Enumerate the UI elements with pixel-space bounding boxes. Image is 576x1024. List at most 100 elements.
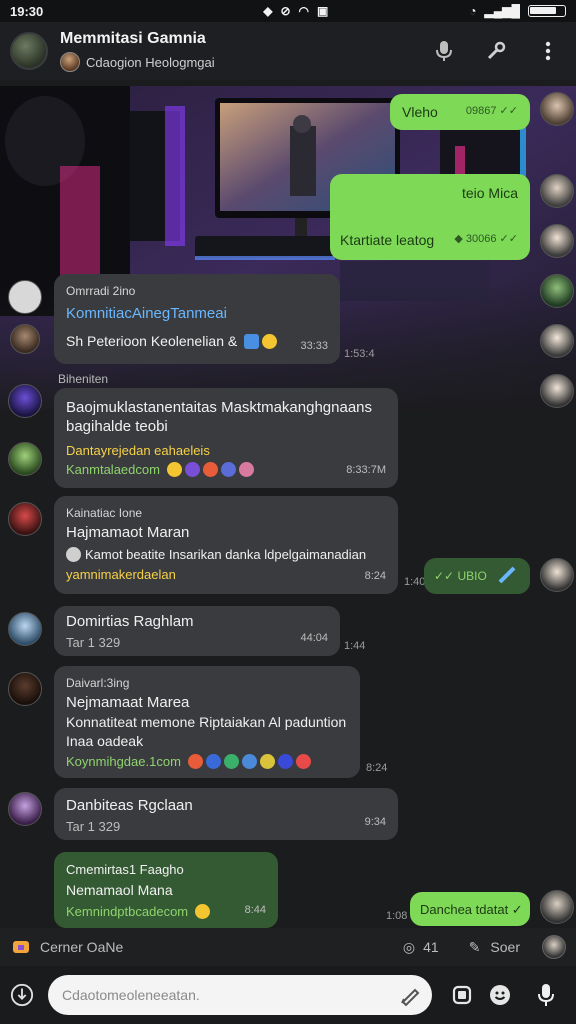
attach-circle-icon[interactable] (10, 983, 34, 1007)
send-action[interactable]: ✎ Soer (469, 939, 520, 956)
message-text: Sh Peterioon Keolenelian & (66, 332, 278, 351)
tools-icon[interactable] (484, 39, 508, 63)
sender-avatar[interactable] (8, 384, 42, 418)
sender-avatar[interactable] (540, 558, 574, 592)
timer-icon: ◎ (402, 938, 416, 955)
message-side-time: 1:08 (386, 910, 408, 922)
emoji-icon (187, 754, 203, 769)
composer-label: Cerner OaNe (40, 939, 124, 955)
composer-counter[interactable]: ◎ 41 (403, 939, 439, 956)
sender-avatar[interactable] (540, 224, 574, 258)
message-text-3: Inaa oadeak (66, 733, 144, 749)
message-outgoing[interactable]: teio Mica Ktartiate leatog ◆ 30066 ✓✓ (330, 174, 530, 260)
sender-avatar[interactable] (8, 612, 42, 646)
message-text: Danchea tdatat ✓ (420, 902, 523, 917)
sender-avatar[interactable] (540, 92, 574, 126)
emoji-icon (259, 754, 275, 769)
sender-name: Omrradi 2ino (66, 284, 136, 298)
message-link[interactable]: KomnitiacAinegTanmeai (66, 304, 227, 323)
message-list[interactable]: Vleho 09867 ✓✓ teio Mica Ktartiate leato… (0, 80, 576, 928)
message-input-placeholder: Cdaotomeoleneeatan. (62, 987, 200, 1003)
message-link-row: Koynmihgdae.1com (66, 752, 311, 771)
message-link-row: Kemnindptbcadecom (66, 902, 210, 921)
message-link[interactable]: Koynmihgdae.1com (66, 754, 181, 769)
message-incoming[interactable]: Domirtias Raghlam Tar 1 329 44:04 (54, 606, 340, 656)
emoji-icon (66, 547, 81, 562)
sender-avatar[interactable] (8, 502, 42, 536)
profile-avatar[interactable] (542, 935, 566, 959)
chat-title-block[interactable]: Memmitasi Gamnia Cdaogion Heologmgai (60, 30, 215, 72)
emoji-icon (277, 754, 293, 769)
message-title: Danbiteas Rgclaan (66, 797, 193, 814)
sender-avatar[interactable] (540, 274, 574, 308)
message-link[interactable]: Kanmtalaedcom (66, 462, 160, 477)
notification-icon: ◆ (263, 4, 273, 18)
emoji-picker-icon[interactable] (488, 983, 512, 1007)
message-side-time: 1:53:4 (344, 348, 375, 360)
message-incoming[interactable]: Daivarl:3ing Nejmamaat Marea Konnatiteat… (54, 666, 360, 778)
message-incoming[interactable]: Kainatiac Ione Hajmamaot Maran Kamot bea… (54, 496, 398, 594)
composer-count: 41 (423, 939, 439, 955)
message-outgoing[interactable]: ✓✓ UBIO (424, 558, 530, 594)
group-avatar[interactable] (10, 32, 48, 70)
section-label: Biheniten (58, 372, 109, 386)
sender-avatar[interactable] (10, 324, 40, 354)
message-side-time: 8:24 (366, 762, 388, 774)
sticker-icon[interactable] (450, 983, 474, 1007)
sender-avatar[interactable] (8, 280, 42, 314)
header-actions (432, 39, 560, 63)
message-text-2: Kamot beatite Insarikan danka ldpelgaima… (66, 545, 366, 564)
message-side-time: 1:40 (404, 576, 426, 588)
mic-icon[interactable] (432, 39, 456, 63)
status-system-icons: ◔ ▂▄▆█ (469, 4, 566, 18)
sender-avatar[interactable] (540, 374, 574, 408)
message-time: 8:44 (244, 904, 266, 916)
emoji-icon (205, 754, 221, 769)
sender-avatar[interactable] (540, 174, 574, 208)
message-link[interactable]: Kemnindptbcadecom (66, 904, 188, 919)
feather-icon: ✎ (468, 938, 481, 955)
send-label: Soer (490, 939, 520, 955)
message-incoming[interactable]: Cmemirtas1 Faagho Nemamaol Mana Kemnindp… (54, 852, 278, 928)
nfc-icon: ⊘ (280, 4, 291, 18)
chat-title: Memmitasi Gamnia (60, 30, 206, 47)
message-composer: Cdaotomeoleneeatan. (0, 966, 576, 1024)
message-text: Vleho (402, 104, 438, 120)
message-incoming[interactable]: Danbiteas Rgclaan Tar 1 329 9:34 (54, 788, 398, 840)
emoji-icon (244, 334, 260, 349)
message-incoming[interactable]: Omrradi 2ino KomnitiacAinegTanmeai Sh Pe… (54, 274, 340, 364)
emoji-icon (295, 754, 311, 769)
message-mention: yamnimakerdaelan (66, 567, 176, 582)
sender-avatar[interactable] (8, 792, 42, 826)
emoji-icon (202, 462, 218, 477)
message-text: Nejmamaat Marea (66, 694, 190, 711)
message-subtext: Tar 1 329 (66, 635, 121, 650)
message-time: 8:24 (364, 570, 386, 582)
message-text-secondary: Ktartiate leatog (340, 232, 435, 248)
status-bar: 19:30 ◆ ⊘ ◠ ▣ ◔ ▂▄▆█ (0, 0, 576, 22)
message-input[interactable]: Cdaotomeoleneeatan. (48, 975, 432, 1015)
sender-avatar[interactable] (540, 324, 574, 358)
emoji-icon (262, 334, 278, 349)
data-icon: ▣ (317, 4, 329, 18)
message-outgoing[interactable]: Vleho 09867 ✓✓ (390, 94, 530, 130)
emoji-icon (223, 754, 239, 769)
sender-avatar[interactable] (540, 890, 574, 924)
member-avatar (60, 52, 80, 72)
mic-icon[interactable] (534, 983, 558, 1007)
message-time: 44:04 (300, 632, 328, 644)
message-incoming[interactable]: Baojmuklastanentaitas Masktmakanghgnaans… (54, 388, 398, 488)
emoji-icon (241, 754, 257, 769)
emoji-icon (194, 904, 210, 919)
emoji-icon (238, 462, 254, 477)
message-outgoing[interactable]: Danchea tdatat ✓ (410, 892, 530, 926)
sender-name: Kainatiac Ione (66, 506, 143, 520)
message-time: 33:33 (300, 340, 328, 352)
sender-avatar[interactable] (8, 442, 42, 476)
sender-avatar[interactable] (8, 672, 42, 706)
bot-icon[interactable] (10, 936, 32, 958)
more-options-icon[interactable] (536, 39, 560, 63)
pen-icon[interactable] (398, 983, 422, 1010)
message-mention: Dantayrejedan eahaeleis (66, 443, 210, 458)
message-side-time: 1:44 (344, 640, 366, 652)
